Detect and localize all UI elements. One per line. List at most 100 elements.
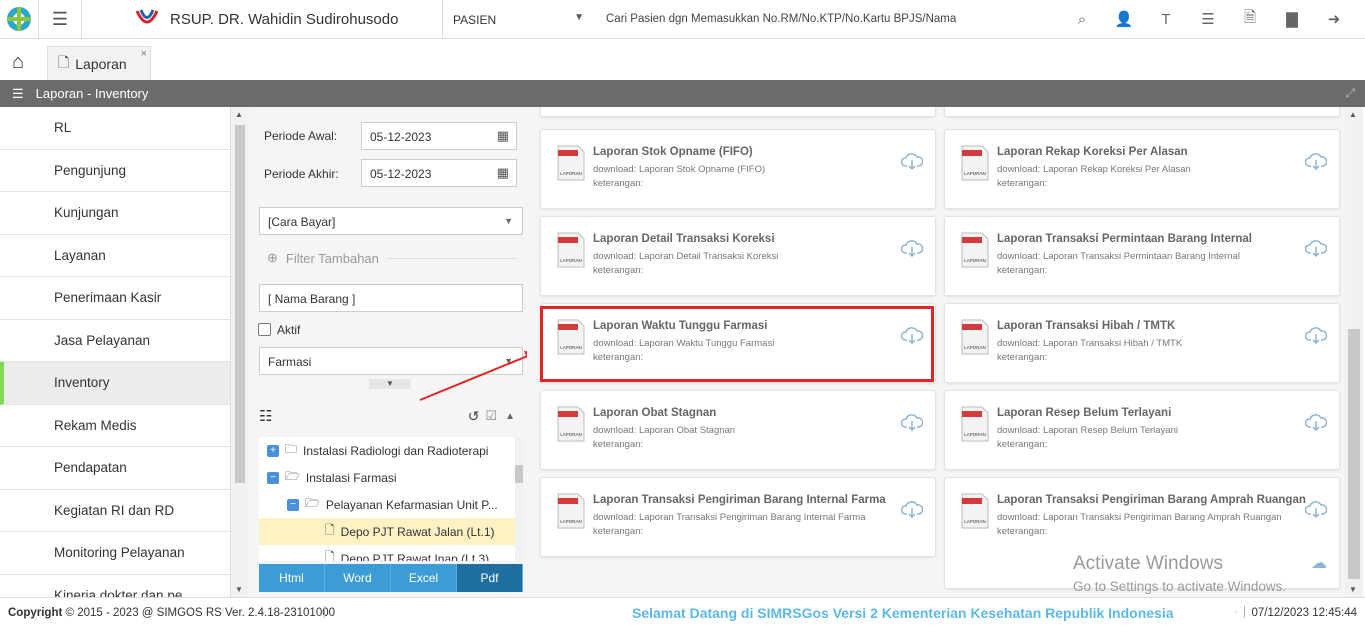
search-icon[interactable]: ⌕ [1061,11,1103,28]
collapse-filter-button[interactable]: ▼ [369,379,411,389]
tree-node[interactable]: − 🗁 Instalasi Farmasi [259,464,523,491]
folder-icon[interactable]: ▇ [1271,10,1313,28]
sidebar-item-pengunjung[interactable]: Pengunjung [0,150,230,192]
periode-awal-input[interactable]: 05-12-2023 ▦ [361,122,517,150]
report-title[interactable]: Laporan Transaksi Hibah / TMTK [997,320,1175,332]
filter-tambahan-toggle[interactable]: ⊕ Filter Tambahan [267,250,517,266]
sidebar-item-pendapatan[interactable]: Pendapatan [0,447,230,490]
collapse-icon[interactable]: − [267,471,279,484]
document-icon: 🗋 [58,53,70,70]
caret-up-icon[interactable]: ▲ [505,411,515,422]
export-pdf-button[interactable]: Pdf [457,564,523,592]
tree-node[interactable]: 🗋 Depo PJT Rawat Inap (Lt.3) [259,545,523,561]
scrollbar-thumb[interactable] [235,125,245,483]
sidebar-item-monitoring-pelayanan[interactable]: Monitoring Pelayanan [0,532,230,575]
report-title[interactable]: Laporan Transaksi Pengiriman Barang Ampr… [997,494,1306,506]
refresh-icon[interactable]: ↺ [468,408,480,425]
tab-label: Laporan [75,55,127,72]
export-excel-button[interactable]: Excel [391,564,457,592]
jenis-select[interactable]: Farmasi ▼ [259,347,523,375]
patient-search-input[interactable]: Cari Pasien dgn Memasukkan No.RM/No.KTP/… [606,13,956,25]
list-icon[interactable]: ☷ [259,407,272,425]
scroll-down-icon[interactable]: ▼ [235,585,243,594]
collapse-icon[interactable]: − [287,498,299,511]
tree-node[interactable]: − 🗁 Pelayanan Kefarmasian Unit P... [259,491,523,518]
sidebar-item-kinerja-dokter[interactable]: Kinerja dokter dan pe [0,575,230,597]
nama-barang-placeholder: [ Nama Barang ] [268,292,356,306]
aktif-checkbox[interactable] [258,323,271,336]
periode-akhir-input[interactable]: 05-12-2023 ▦ [361,159,517,187]
export-word-button[interactable]: Word [325,564,391,592]
cloud-download-icon[interactable] [1305,500,1327,518]
cloud-download-icon[interactable] [901,500,923,518]
list-icon[interactable]: ☰ [1187,10,1229,28]
expand-icon[interactable]: + [267,444,279,457]
cloud-download-icon[interactable] [1305,152,1327,170]
cloud-download-icon[interactable] [1305,326,1327,344]
scroll-up-icon[interactable]: ▲ [1349,110,1357,119]
report-category-sidebar: RL Pengunjung Kunjungan Layanan Penerima… [0,107,231,597]
report-card[interactable]: LAPORAN Laporan Transaksi Hibah / TMTK dow… [944,303,1340,383]
report-keterangan: keterangan: [997,526,1048,537]
patient-select[interactable]: PASIEN ▼ [442,0,596,38]
report-card[interactable]: LAPORAN Laporan Stok Opname (FIFO) downloa… [540,129,936,209]
tree-scrollbar[interactable] [515,437,523,561]
tree-node-selected[interactable]: 🗋 Depo PJT Rawat Jalan (Lt.1) [259,518,523,545]
report-card[interactable]: LAPORAN Laporan Transaksi Pengiriman Bara… [540,477,936,557]
cloud-download-icon[interactable] [901,239,923,257]
filter-panel: Periode Awal: 05-12-2023 ▦ Periode Akhir… [249,107,527,597]
cara-bayar-select[interactable]: [Cara Bayar] ▼ [259,207,523,235]
sidebar-item-penerimaan-kasir[interactable]: Penerimaan Kasir [0,277,230,320]
report-title[interactable]: Laporan Resep Belum Terlayani [997,407,1171,419]
sidebar-item-layanan[interactable]: Layanan [0,235,230,277]
report-card[interactable]: LAPORAN Laporan Detail Transaksi Koreksi d… [540,216,936,296]
plus-circle-icon: ⊕ [267,250,278,265]
sidebar-item-rekam-medis[interactable]: Rekam Medis [0,405,230,447]
nama-barang-input[interactable]: [ Nama Barang ] [259,284,523,312]
logout-icon[interactable]: ➜ [1313,10,1355,28]
calendar-icon[interactable]: ▦ [497,128,509,144]
report-card[interactable]: LAPORAN Laporan Rekap Koreksi Per Alasan d… [944,129,1340,209]
cloud-download-icon[interactable] [1305,239,1327,257]
report-title[interactable]: Laporan Rekap Koreksi Per Alasan [997,146,1188,158]
hamburger-menu-button[interactable]: ☰ [38,0,82,38]
hamburger-icon[interactable]: ☰ [12,86,24,102]
cloud-download-icon[interactable] [901,413,923,431]
sidebar-item-inventory[interactable]: Inventory [0,362,230,405]
pdf-icon[interactable]: 🗎 [1229,7,1271,32]
cloud-download-icon[interactable]: ☁ [1311,553,1327,573]
report-keterangan: keterangan: [593,178,644,189]
home-icon[interactable]: ⌂ [12,51,24,74]
report-document-icon-label: LAPORAN [964,258,986,263]
sidebar-item-jasa-pelayanan[interactable]: Jasa Pelayanan [0,320,230,362]
scroll-up-icon[interactable]: ▲ [235,110,243,119]
sidebar-item-rl[interactable]: RL [0,107,230,150]
check-all-icon[interactable]: ☑ [485,408,497,424]
sidebar-scrollbar[interactable]: ▲ ▼ [231,107,249,597]
cloud-download-icon[interactable] [1305,413,1327,431]
report-title[interactable]: Laporan Stok Opname (FIFO) [593,146,753,158]
sidebar-item-kegiatan-ri-rd[interactable]: Kegiatan RI dan RD [0,490,230,532]
close-icon[interactable]: × [141,48,147,60]
tree-node[interactable]: + 🗀 Instalasi Radiologi dan Radioterapi [259,437,523,464]
report-list-scrollbar[interactable]: ▲ ▼ [1345,107,1363,597]
report-card[interactable]: LAPORAN Laporan Resep Belum Terlayani down… [944,390,1340,470]
export-html-button[interactable]: Html [259,564,325,592]
report-title[interactable]: Laporan Transaksi Permintaan Barang Inte… [997,233,1252,245]
text-format-icon[interactable]: T [1145,11,1187,28]
cloud-download-icon[interactable] [901,152,923,170]
scrollbar-thumb[interactable] [1348,329,1360,579]
report-title[interactable]: Laporan Obat Stagnan [593,407,716,419]
report-card[interactable]: LAPORAN Laporan Transaksi Permintaan Bara… [944,216,1340,296]
add-user-icon[interactable]: 👤 [1103,10,1145,28]
report-title[interactable]: Laporan Detail Transaksi Koreksi [593,233,775,245]
scrollbar-thumb[interactable] [515,465,523,483]
calendar-icon[interactable]: ▦ [497,165,509,181]
report-title[interactable]: Laporan Transaksi Pengiriman Barang Inte… [593,494,886,506]
expand-icon[interactable]: ⤢ [1345,86,1355,101]
report-card[interactable]: LAPORAN Laporan Obat Stagnan download: Lap… [540,390,936,470]
tab-laporan[interactable]: 🗋 Laporan × [47,46,151,80]
scroll-down-icon[interactable]: ▼ [1349,585,1357,594]
sidebar-item-kunjungan[interactable]: Kunjungan [0,192,230,235]
app-logo[interactable] [0,0,38,38]
